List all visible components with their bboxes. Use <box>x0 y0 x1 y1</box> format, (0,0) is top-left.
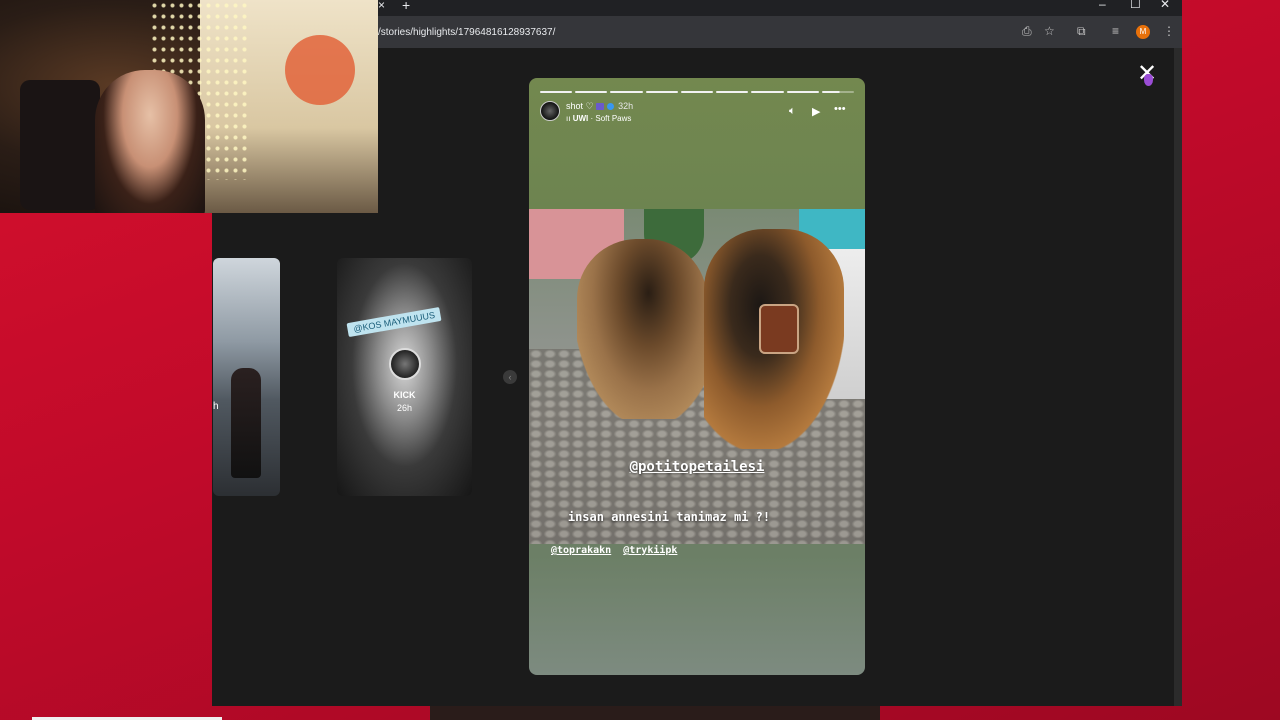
play-icon[interactable]: ▶ <box>812 105 820 118</box>
menu-kebab-icon[interactable]: ⋮ <box>1163 24 1175 38</box>
verified-icon <box>606 103 614 111</box>
music-artist: UWI <box>572 114 589 123</box>
story-mention[interactable]: @potitopetailesi <box>529 459 865 475</box>
preview-time: 26h <box>396 403 413 413</box>
preview-sticker: @KOS MAYMUUUS <box>346 306 442 338</box>
webcam-overlay <box>0 0 378 213</box>
volume-icon[interactable]: 🔈︎ <box>789 105 796 118</box>
mouse-cursor <box>1144 74 1153 86</box>
window-close-button[interactable]: ✕ <box>1160 0 1170 11</box>
preview-avatar <box>389 348 421 380</box>
dog-left <box>577 239 707 419</box>
story-preview-kick[interactable]: @KOS MAYMUUUS KICK 26h <box>337 258 472 496</box>
heart-icon: ♡ <box>585 101 594 111</box>
media-controls-icon[interactable]: ≡ <box>1112 24 1119 38</box>
scrollbar[interactable] <box>1174 48 1182 706</box>
install-app-icon[interactable]: ⎙ <box>1022 24 1032 39</box>
story-tags: @toprakakn @trykiipk <box>551 545 683 556</box>
tab-close-icon[interactable]: × <box>378 0 385 12</box>
story-tag-2[interactable]: @trykiipk <box>623 545 677 556</box>
story-time: 32h <box>618 101 634 111</box>
url-field[interactable]: /stories/highlights/17964816128937637/ <box>378 27 555 38</box>
music-track: Soft Paws <box>595 114 632 123</box>
webcam-chair <box>20 80 100 210</box>
story-user-avatar[interactable] <box>540 101 560 121</box>
story-photo-dogs <box>529 209 865 544</box>
music-bars-icon: ıı <box>566 114 571 123</box>
more-options-icon[interactable]: ••• <box>834 103 846 115</box>
dog-harness <box>759 304 799 354</box>
previous-story-arrow[interactable]: ‹ <box>503 370 517 384</box>
webcam-poster-sun <box>285 35 355 105</box>
story-progress-bar <box>540 91 854 93</box>
preview-name: KICK <box>393 390 416 400</box>
maximize-button[interactable]: ☐ <box>1130 0 1141 11</box>
story-card[interactable]: shot ♡ 32h ıı UWI · Soft Paws 🔈︎ ▶ ••• @… <box>529 78 865 675</box>
story-music[interactable]: ıı UWI · Soft Paws <box>566 114 631 123</box>
story-preview-gym[interactable]: h <box>213 258 280 496</box>
minimize-button[interactable]: – <box>1099 0 1106 11</box>
story-caption: insan annesini tanimaz mi ?! <box>567 510 771 524</box>
webcam-streamer <box>95 70 205 213</box>
preview-time: h <box>213 401 219 412</box>
story-user-line: shot ♡ 32h <box>566 101 633 112</box>
badge-icon <box>596 103 605 111</box>
background-strip <box>430 706 880 720</box>
preview-figure <box>231 368 261 478</box>
new-tab-button[interactable]: + <box>402 0 410 13</box>
extensions-icon[interactable]: ⧉ <box>1077 24 1086 39</box>
story-tag-1[interactable]: @toprakakn <box>551 545 611 556</box>
story-username[interactable]: shot <box>566 101 583 111</box>
bookmark-star-icon[interactable]: ☆ <box>1044 24 1055 38</box>
profile-avatar[interactable]: M <box>1136 25 1150 39</box>
